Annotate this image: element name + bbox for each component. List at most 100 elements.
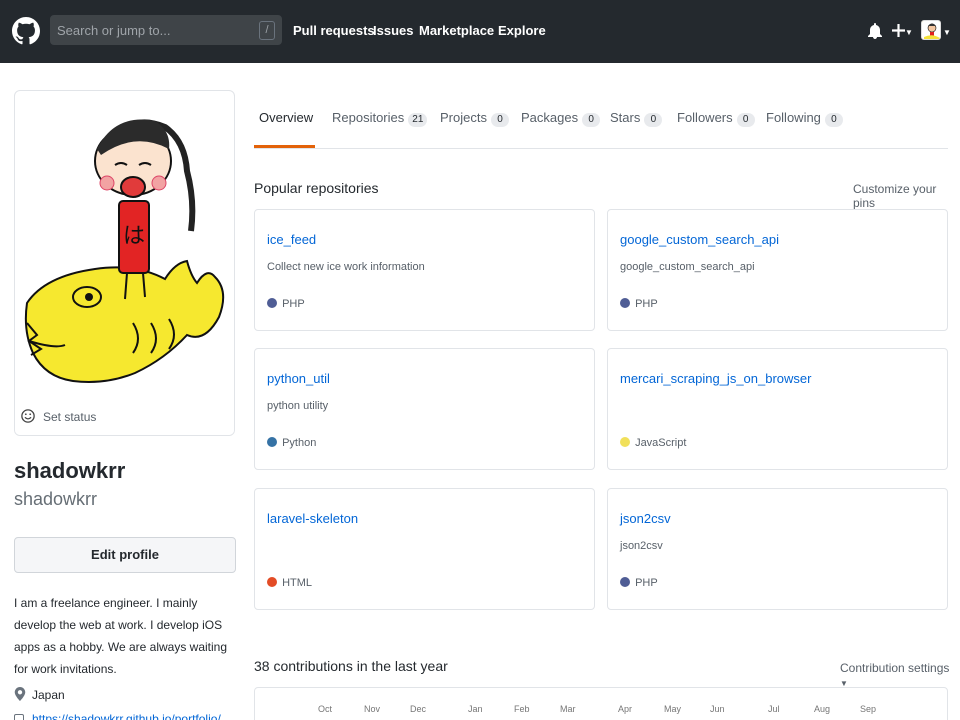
repo-name-link[interactable]: laravel-skeleton: [267, 511, 358, 526]
search-placeholder: Search or jump to...: [57, 23, 171, 38]
svg-text:は: は: [123, 224, 145, 249]
top-header: Search or jump to... / Pull requests Iss…: [0, 0, 960, 63]
month-label: Sep: [860, 704, 877, 714]
tab-following[interactable]: Following 0: [766, 110, 843, 127]
month-label: Feb: [514, 704, 530, 714]
chevron-down-icon[interactable]: ▼: [943, 28, 951, 37]
avatar-illustration: は: [24, 119, 225, 383]
search-input[interactable]: Search or jump to... /: [50, 15, 282, 45]
tab-packages[interactable]: Packages 0: [521, 110, 601, 127]
tab-repositories[interactable]: Repositories 21: [332, 110, 428, 127]
customize-pins-link[interactable]: Customize your pins: [853, 182, 960, 210]
profile-username: shadowkrr: [14, 489, 98, 509]
repo-language: PHP: [620, 577, 658, 589]
plus-icon[interactable]: [892, 24, 905, 37]
location-pin-icon: [14, 687, 26, 701]
tab-counter: 0: [824, 113, 843, 127]
repo-card: ice_feed Collect new ice work informatio…: [254, 209, 595, 331]
tab-counter: 21: [408, 113, 428, 127]
profile-url-text[interactable]: https://shadowkrr.github.io/portfolio/: [32, 712, 221, 720]
repo-language: HTML: [267, 577, 312, 589]
tab-counter: 0: [644, 113, 663, 127]
language-name: HTML: [282, 577, 313, 589]
search-shortcut-key: /: [259, 21, 275, 40]
tab-counter: 0: [736, 113, 755, 127]
language-color-dot: [620, 437, 630, 447]
nav-pull-requests[interactable]: Pull requests: [293, 23, 375, 38]
contribution-graph: [254, 687, 948, 720]
month-label: Jan: [468, 704, 483, 714]
month-label: Nov: [364, 704, 381, 714]
month-label: Jul: [768, 704, 780, 714]
nav-explore[interactable]: Explore: [498, 23, 546, 38]
repo-card: google_custom_search_api google_custom_s…: [607, 209, 948, 331]
profile-bio: I am a freelance engineer. I mainly deve…: [14, 596, 228, 676]
contribution-settings-dropdown[interactable]: Contribution settings ▼: [840, 661, 960, 689]
tab-projects[interactable]: Projects 0: [440, 110, 509, 127]
month-label: Jun: [710, 704, 725, 714]
repo-language: PHP: [620, 298, 658, 310]
chevron-down-icon[interactable]: ▼: [905, 28, 913, 37]
tab-followers[interactable]: Followers 0: [677, 110, 755, 127]
edit-profile-button[interactable]: Edit profile: [14, 537, 236, 573]
repo-name-link[interactable]: ice_feed: [267, 232, 316, 247]
repo-card: laravel-skeleton HTML: [254, 488, 595, 610]
bell-icon[interactable]: [868, 23, 882, 39]
tab-overview[interactable]: Overview: [259, 110, 313, 125]
set-status-label: Set status: [43, 410, 97, 424]
tab-label: Stars: [610, 110, 641, 125]
avatar[interactable]: [921, 20, 941, 40]
month-label: Mar: [560, 704, 576, 714]
repo-name-link[interactable]: python_util: [267, 371, 330, 386]
tab-label: Repositories: [332, 110, 405, 125]
tab-counter: 0: [490, 113, 509, 127]
tab-stars[interactable]: Stars 0: [610, 110, 663, 127]
nav-marketplace[interactable]: Marketplace: [419, 23, 494, 38]
repo-description: json2csv: [620, 540, 663, 552]
repo-card: python_util python utility Python: [254, 348, 595, 470]
profile-fullname: shadowkrr: [14, 458, 126, 483]
month-label: Dec: [410, 704, 427, 714]
month-label: Oct: [318, 704, 333, 714]
smiley-icon: [21, 409, 35, 423]
location-text: Japan: [32, 688, 65, 702]
language-name: JavaScript: [635, 437, 687, 449]
repo-description: python utility: [267, 400, 329, 412]
repo-language: Python: [267, 437, 316, 449]
language-name: PHP: [282, 298, 305, 310]
contributions-title: 38 contributions in the last year: [254, 658, 448, 674]
language-color-dot: [267, 298, 277, 308]
repo-card: mercari_scraping_js_on_browser JavaScrip…: [607, 348, 948, 470]
github-octocat-icon[interactable]: [12, 17, 40, 45]
contribution-settings-label: Contribution settings: [840, 661, 950, 675]
repo-name-link[interactable]: mercari_scraping_js_on_browser: [620, 371, 811, 386]
active-tab-indicator: [254, 145, 315, 148]
language-color-dot: [620, 298, 630, 308]
language-color-dot: [267, 437, 277, 447]
link-icon: [14, 714, 24, 720]
tab-label: Overview: [259, 110, 314, 125]
profile-location: Japan: [14, 687, 65, 702]
repo-language: PHP: [267, 298, 305, 310]
tab-label: Following: [766, 110, 821, 125]
month-label: Aug: [814, 704, 831, 714]
tab-counter: 0: [582, 113, 601, 127]
set-status-button[interactable]: Set status: [15, 399, 234, 435]
popular-repos-title: Popular repositories: [254, 180, 379, 196]
repo-name-link[interactable]: google_custom_search_api: [620, 232, 779, 247]
repo-card: json2csv json2csv PHP: [607, 488, 948, 610]
nav-issues[interactable]: Issues: [373, 23, 413, 38]
month-label: Apr: [618, 704, 633, 714]
tab-label: Packages: [521, 110, 579, 125]
tab-label: Projects: [440, 110, 487, 125]
month-label: May: [664, 704, 682, 714]
repo-language: JavaScript: [620, 437, 686, 449]
language-name: Python: [282, 437, 317, 449]
language-color-dot: [267, 577, 277, 587]
repo-name-link[interactable]: json2csv: [620, 511, 671, 526]
language-name: PHP: [635, 577, 658, 589]
language-name: PHP: [635, 298, 658, 310]
profile-avatar[interactable]: は Set status: [14, 90, 235, 436]
profile-url[interactable]: https://shadowkrr.github.io/portfolio/: [14, 712, 221, 720]
repo-description: Collect new ice work information: [267, 261, 425, 273]
